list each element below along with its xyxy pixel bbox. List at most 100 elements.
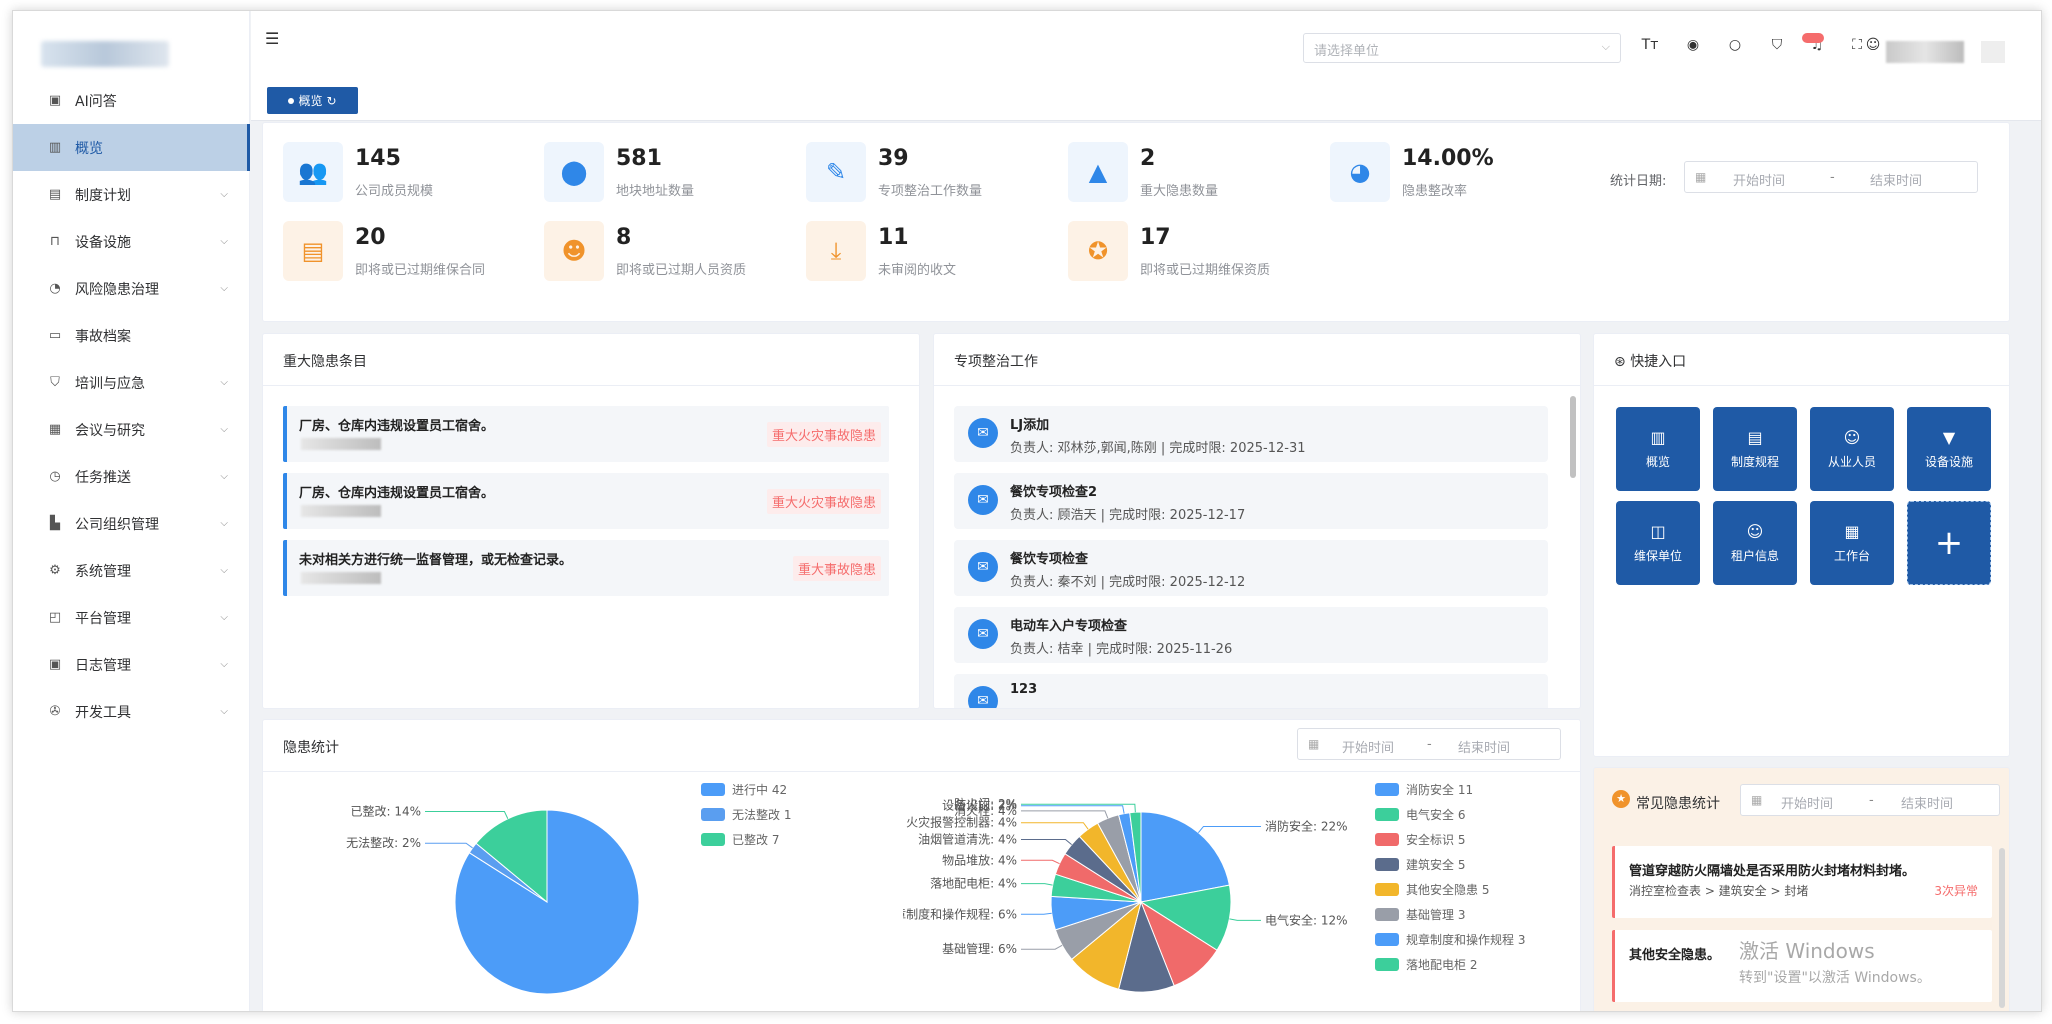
- document-icon: ▤: [48, 187, 62, 202]
- sidebar-item-label: 概览: [75, 140, 103, 157]
- quick-entry-label: 维保单位: [1633, 549, 1682, 563]
- sidebar-item-label: 培训与应急: [75, 375, 145, 392]
- hazard-title: 厂房、仓库内违规设置员工宿舍。: [299, 486, 495, 501]
- sidebar-item[interactable]: ⊓ 设备设施 ⌵: [13, 218, 250, 265]
- sidebar-item[interactable]: ◷ 任务推送 ⌵: [13, 453, 250, 500]
- start-date-input[interactable]: 开始时间: [1733, 170, 1785, 189]
- sidebar-item[interactable]: ✇ 开发工具 ⌵: [13, 688, 250, 735]
- sidebar-item-label: 风险隐患治理: [75, 281, 159, 298]
- scrollbar[interactable]: [1570, 396, 1576, 478]
- tab-overview[interactable]: 概览 ↻: [267, 87, 358, 114]
- stat-card[interactable]: ☻ 8 即将或已过期人员资质: [544, 221, 804, 285]
- end-date-input[interactable]: 结束时间: [1901, 793, 1953, 812]
- special-work-item[interactable]: ✉ 餐饮专项检查2 负责人: 顾浩天 | 完成时限: 2025-12-17: [954, 473, 1548, 529]
- theme-shirt-icon[interactable]: ⛉: [1768, 37, 1786, 53]
- add-quick-entry-button[interactable]: +: [1907, 501, 1991, 585]
- end-date-input[interactable]: 结束时间: [1458, 737, 1510, 756]
- hazard-title: 未对相关方进行统一监督管理，或无检查记录。: [299, 553, 573, 568]
- special-work-meta: 负责人: 顾浩天 | 完成时限: 2025-12-17: [1010, 508, 1246, 523]
- special-work-item[interactable]: ✉ 餐饮专项检查 负责人: 秦不刘 | 完成时限: 2025-12-12: [954, 540, 1548, 596]
- stat-date-label: 统计日期:: [1610, 174, 1667, 189]
- quick-entry-button[interactable]: ☺ 租户信息: [1713, 501, 1797, 585]
- folder-icon: ▭: [48, 328, 62, 343]
- stat-value: 14.00%: [1402, 146, 1494, 171]
- quick-entry-label: 从业人员: [1827, 455, 1876, 469]
- folder-open-icon: ◰: [48, 610, 62, 625]
- username-redacted[interactable]: [1886, 41, 1964, 63]
- stat-card[interactable]: ▤ 20 即将或已过期维保合同: [283, 221, 543, 285]
- stat-date-range[interactable]: ▦ 开始时间 - 结束时间: [1684, 161, 1978, 193]
- sidebar-item[interactable]: ⚙ 系统管理 ⌵: [13, 547, 250, 594]
- hazard-level-badge: 重大事故隐患: [792, 556, 881, 581]
- hazard-item[interactable]: 厂房、仓库内违规设置员工宿舍。 重大火灾事故隐患: [283, 406, 889, 462]
- sidebar-item-label: 开发工具: [75, 704, 131, 721]
- hazard-title: 厂房、仓库内违规设置员工宿舍。: [299, 419, 495, 434]
- quick-entry-button[interactable]: ▥ 概览: [1616, 407, 1700, 491]
- sidebar-item[interactable]: ▦ 会议与研究 ⌵: [13, 406, 250, 453]
- common-date-range[interactable]: ▦ 开始时间 - 结束时间: [1740, 784, 2000, 816]
- quick-entry-button[interactable]: ▦ 工作台: [1810, 501, 1894, 585]
- chart-date-range[interactable]: ▦ 开始时间 - 结束时间: [1297, 728, 1561, 760]
- quick-entry-button[interactable]: ▼ 设备设施: [1907, 407, 1991, 491]
- chevron-down-icon: ⌵: [220, 377, 228, 388]
- sidebar-item[interactable]: ▭ 事故档案: [13, 312, 250, 359]
- stat-card[interactable]: ✎ 39 专项整治工作数量: [806, 142, 1066, 206]
- stat-card[interactable]: ◕ 14.00% 隐患整改率: [1330, 142, 1590, 206]
- chevron-down-icon: ⌵: [220, 565, 228, 576]
- start-date-input[interactable]: 开始时间: [1781, 793, 1833, 812]
- refresh-icon[interactable]: ↻: [326, 94, 336, 108]
- start-date-input[interactable]: 开始时间: [1342, 737, 1394, 756]
- target-icon[interactable]: ◉: [1684, 37, 1702, 53]
- legend-swatch: [701, 808, 725, 821]
- sidebar-item[interactable]: ▣ 日志管理 ⌵: [13, 641, 250, 688]
- sidebar-item[interactable]: ◰ 平台管理 ⌵: [13, 594, 250, 641]
- stat-card[interactable]: ⬤ 581 地块地址数量: [544, 142, 804, 206]
- slice-label: 基础管理: 6%: [942, 941, 1017, 956]
- common-hazard-item[interactable]: 管道穿越防火隔墙处是否采用防火封堵材料封堵。 消控室检查表 > 建筑安全 > 封堵…: [1612, 846, 1992, 918]
- sidebar-item[interactable]: ▥ 概览: [13, 124, 250, 171]
- stat-card[interactable]: ✪ 17 即将或已过期维保资质: [1068, 221, 1328, 285]
- stat-label: 即将或已过期维保合同: [355, 263, 486, 278]
- hazard-item[interactable]: 厂房、仓库内违规设置员工宿舍。 重大火灾事故隐患: [283, 473, 889, 529]
- menu-toggle-icon[interactable]: ☰: [265, 29, 279, 48]
- quick-entry-label: 设备设施: [1924, 455, 1973, 469]
- label-leader-line: [425, 842, 473, 849]
- sidebar-item[interactable]: ▤ 制度计划 ⌵: [13, 171, 250, 218]
- document-icon: ▤: [1747, 428, 1763, 447]
- scrollbar[interactable]: [1999, 848, 2005, 1008]
- search-icon[interactable]: ○: [1726, 37, 1744, 53]
- slice-label: 规章制度和操作规程: 6%: [903, 906, 1017, 921]
- quick-entry-button[interactable]: ☺ 从业人员: [1810, 407, 1894, 491]
- unit-select[interactable]: 请选择单位 ⌵: [1303, 33, 1621, 63]
- shield-icon: ⛉: [50, 375, 60, 390]
- sidebar-item[interactable]: ▙ 公司组织管理 ⌵: [13, 500, 250, 547]
- special-work-panel: 专项整治工作 ✉ LJ添加 负责人: 邓林莎,郭闻,陈刚 | 完成时限: 2025-…: [933, 333, 1581, 709]
- redacted-text: [301, 438, 381, 450]
- stat-card[interactable]: 👥 145 公司成员规模: [283, 142, 543, 206]
- hazard-item[interactable]: 未对相关方进行统一监督管理，或无检查记录。 重大事故隐患: [283, 540, 889, 596]
- user-icon[interactable]: ☺: [1864, 37, 1882, 53]
- sidebar-item[interactable]: ▣ AI问答: [13, 77, 250, 124]
- quick-entry-button[interactable]: ◫ 维保单位: [1616, 501, 1700, 585]
- font-size-icon[interactable]: Tт: [1641, 37, 1659, 53]
- sidebar-item[interactable]: ◔ 风险隐患治理 ⌵: [13, 265, 250, 312]
- avatar[interactable]: [1981, 41, 2005, 63]
- special-work-item[interactable]: ✉ 123: [954, 674, 1548, 708]
- special-work-item[interactable]: ✉ LJ添加 负责人: 邓林莎,郭闻,陈刚 | 完成时限: 2025-12-31: [954, 406, 1548, 462]
- person-badge-icon: ☻: [544, 221, 604, 281]
- label-leader-line: [1021, 859, 1060, 865]
- category-pie-chart: 消防安全: 22% 电气安全: 12% 基础管理: 6% 规章制度和操作规程: 6% 落…: [903, 782, 1525, 993]
- legend-label: 规章制度和操作规程 3: [1406, 932, 1525, 947]
- clock-icon: ◷: [49, 469, 61, 484]
- common-hazard-count: 3次异常: [1934, 884, 1978, 898]
- award-icon: ★: [1612, 790, 1630, 808]
- stat-card[interactable]: ▲ 2 重大隐患数量: [1068, 142, 1328, 206]
- stat-label: 专项整治工作数量: [878, 184, 983, 199]
- end-date-input[interactable]: 结束时间: [1870, 170, 1922, 189]
- legend-swatch: [1375, 858, 1399, 871]
- stat-card[interactable]: ⤓ 11 未审阅的收文: [806, 221, 1066, 285]
- special-work-item[interactable]: ✉ 电动车入户专项检查 负责人: 桔幸 | 完成时限: 2025-11-26: [954, 607, 1548, 663]
- quick-entry-button[interactable]: ▤ 制度规程: [1713, 407, 1797, 491]
- calendar-icon: ▦: [1308, 737, 1320, 751]
- sidebar-item[interactable]: ⛉ 培训与应急 ⌵: [13, 359, 250, 406]
